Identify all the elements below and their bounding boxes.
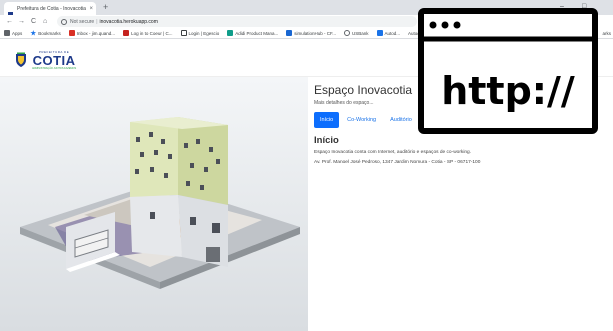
url-text[interactable]: inovacotia.herokuapp.com (100, 19, 158, 25)
reload-button[interactable]: C (31, 15, 36, 28)
teal-icon (227, 30, 234, 36)
window-dot-icon (453, 21, 461, 29)
bookmark-label: Log in to Coeur | C... (131, 30, 173, 36)
star-icon (30, 30, 37, 36)
autodesk-icon (376, 30, 383, 36)
browser-tab[interactable]: Prefeitura de Cotia - Inovacotia × (4, 2, 96, 18)
logo-text: PREFEITURA DE COTIA ADMINISTRAÇÃO JUNTOS… (32, 50, 76, 70)
section-title: Início (314, 135, 339, 146)
info-icon[interactable] (61, 18, 67, 25)
bookmark-label: Apps (12, 30, 23, 36)
blue-square-icon (286, 30, 293, 36)
back-button[interactable]: ← (6, 15, 13, 28)
description-text: Espaço Inovacotia conta com Internet, au… (314, 150, 472, 155)
building-render-image (0, 77, 308, 331)
bookmark-label: Adidi Product Mana... (235, 30, 279, 36)
bookmark-label: USBank (352, 30, 369, 36)
browser-window-icon: http:// (418, 8, 598, 134)
home-button[interactable]: ⌂ (43, 15, 47, 28)
address-bar[interactable]: Not secure | inovacotia.herokuapp.com (57, 16, 417, 27)
bookmark-label: Inbox - jim.quand... (76, 30, 116, 36)
gmail-icon (68, 30, 75, 36)
tab-auditorio[interactable]: Auditório (384, 112, 418, 128)
bookmark-inbox[interactable]: Inbox - jim.quand... (68, 30, 116, 36)
omnibox-separator: | (96, 18, 98, 25)
check-icon (180, 30, 187, 36)
http-text: http:// (441, 69, 575, 113)
new-tab-button[interactable]: + (103, 2, 108, 13)
bookmark-usbank[interactable]: USBank (344, 30, 369, 36)
apps-grid-icon (4, 30, 10, 36)
coat-of-arms-icon (16, 52, 26, 67)
bookmark-apps[interactable]: Apps (4, 30, 22, 36)
tab-inicio[interactable]: Início (314, 112, 340, 128)
tab-co-working[interactable]: Co-Working (341, 112, 382, 128)
bookmark-label: Login | Egescio (188, 30, 220, 36)
bookmark-label: Autod... (384, 30, 401, 36)
address-text: Av. Prof. Manoel José Pedroso, 1347 Jard… (314, 160, 481, 165)
forward-button[interactable]: → (18, 15, 25, 28)
other-bookmarks[interactable]: arks (602, 28, 611, 38)
logo-main-text: COTIA (32, 53, 76, 68)
tab-close-icon[interactable]: × (89, 6, 93, 12)
security-label: Not secure (70, 18, 95, 25)
bookmark-bookmarks[interactable]: Bookmarks (30, 30, 61, 36)
bookmark-label: simulationHub - CF... (294, 30, 337, 36)
window-dot-icon (429, 21, 437, 29)
bookmark-autodesk[interactable]: Autod... (376, 30, 401, 36)
cotia-favicon-icon (7, 5, 14, 18)
bookmark-egescio[interactable]: Login | Egescio (180, 30, 220, 36)
window-dot-icon (441, 21, 449, 29)
bookmark-adidi[interactable]: Adidi Product Mana... (227, 30, 278, 36)
tab-title: Prefeitura de Cotia - Inovacotia (17, 5, 86, 12)
logo-sub-text: ADMINISTRAÇÃO JUNTOS FAZEMOS (32, 67, 77, 70)
bookmark-label: Bookmarks (38, 30, 61, 36)
red-site-icon (123, 30, 130, 36)
cotia-logo[interactable]: PREFEITURA DE COTIA ADMINISTRAÇÃO JUNTOS… (14, 50, 76, 70)
globe-icon (344, 30, 351, 36)
bookmark-coeur[interactable]: Log in to Coeur | C... (123, 30, 173, 36)
bookmark-simulationhub[interactable]: simulationHub - CF... (286, 30, 336, 36)
